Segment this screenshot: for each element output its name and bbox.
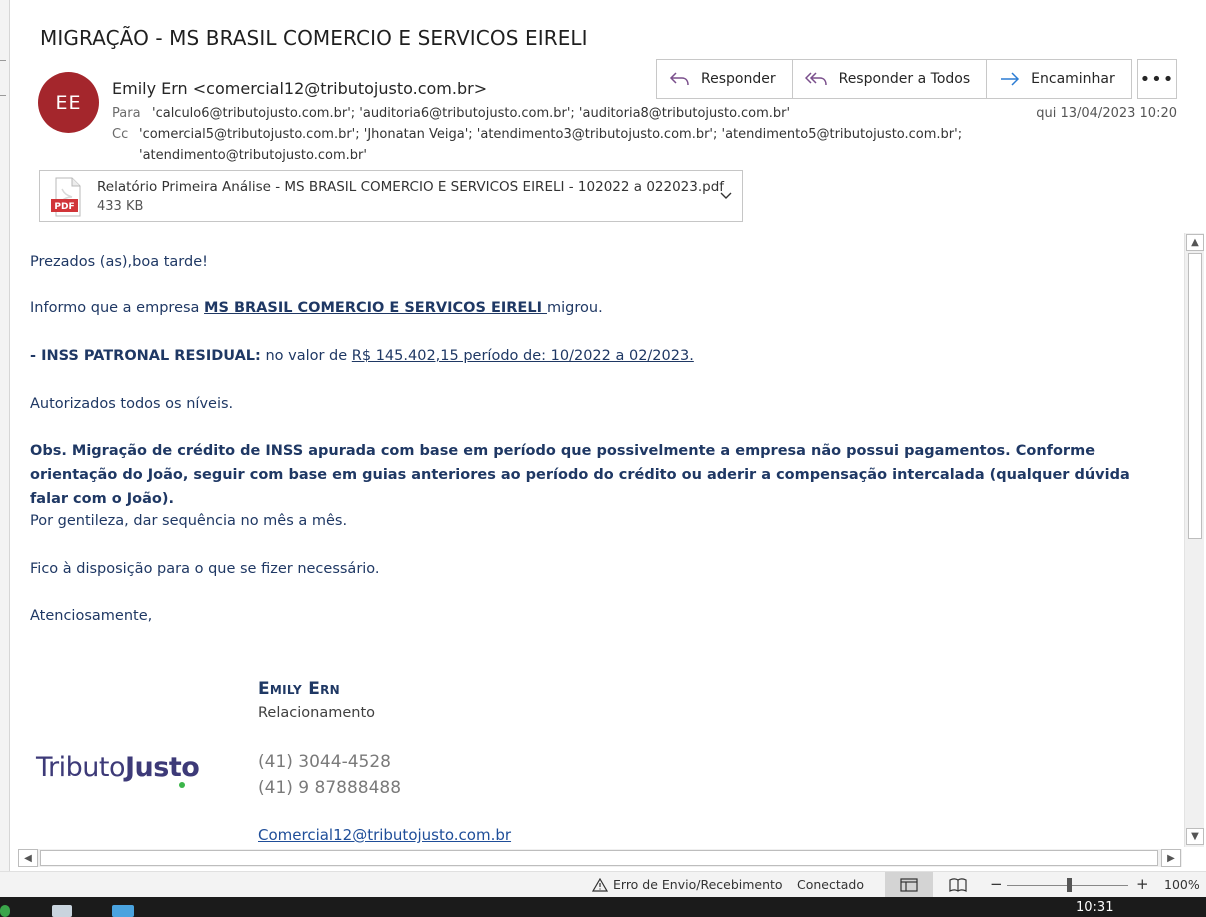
send-receive-error-status[interactable]: Erro de Envio/Recebimento: [592, 877, 783, 892]
greeting-text: Prezados (as),boa tarde!: [30, 254, 208, 270]
horizontal-scroll-thumb[interactable]: [40, 850, 1158, 866]
more-actions-button[interactable]: •••: [1137, 59, 1177, 99]
edge-mark: [0, 60, 6, 61]
cc-recipients-continued[interactable]: 'atendimento@tributojusto.com.br': [139, 148, 367, 163]
horizontal-scrollbar[interactable]: ◀ ▶: [18, 849, 1182, 867]
message-actions: Responder Responder a Todos Encaminhar: [656, 59, 1132, 99]
to-label: Para: [112, 106, 141, 121]
cc-recipients[interactable]: 'comercial5@tributojusto.com.br'; 'Jhona…: [139, 127, 962, 142]
sender-avatar[interactable]: EE: [38, 72, 99, 133]
edge-mark: [0, 95, 6, 96]
attachment-size: 433 KB: [97, 199, 144, 214]
inss-paragraph: - INSS PATRONAL RESIDUAL: no valor de R$…: [30, 348, 694, 364]
reply-all-icon: [804, 72, 827, 86]
forward-icon: [1001, 72, 1020, 86]
signature-email-link[interactable]: Comercial12@tributojusto.com.br: [258, 826, 511, 844]
signature-name: Emily Ern: [258, 679, 341, 699]
inform-prefix: Informo que a empresa: [30, 300, 205, 316]
scroll-right-arrow[interactable]: ▶: [1161, 849, 1181, 867]
inss-value: R$ 145.402,15 período de: 10/2022 a 02/2…: [351, 348, 694, 364]
reply-all-button[interactable]: Responder a Todos: [793, 60, 988, 98]
sender-name[interactable]: Emily Ern <comercial12@tributojusto.com.…: [112, 79, 487, 98]
send-receive-error-label: Erro de Envio/Recebimento: [613, 877, 783, 892]
zoom-out-button[interactable]: −: [990, 875, 1003, 893]
reply-icon: [669, 72, 689, 86]
sent-date: qui 13/04/2023 10:20: [1036, 106, 1177, 121]
cc-recipients-row: Cc 'comercial5@tributojusto.com.br'; 'Jho…: [112, 127, 962, 142]
reading-view-button[interactable]: [934, 872, 982, 898]
left-pane-edge: [0, 0, 10, 897]
inform-suffix: migrou.: [547, 300, 603, 316]
reply-label: Responder: [701, 71, 776, 87]
obs-paragraph: Obs. Migração de crédito de INSS apurada…: [30, 443, 1130, 507]
signature-mobile: (41) 9 87888488: [258, 778, 402, 798]
inss-mid: no valor de: [260, 348, 352, 364]
zoom-in-button[interactable]: +: [1136, 875, 1149, 893]
company-name: MS BRASIL COMERCIO E SERVICOS EIRELI: [204, 300, 548, 316]
reading-view-icon: [949, 878, 967, 892]
pdf-file-icon: PDF: [51, 177, 81, 217]
normal-view-icon: [900, 878, 918, 892]
taskbar-app-icon[interactable]: [112, 905, 134, 917]
logo-part2: Justo: [124, 752, 200, 783]
connection-status: Conectado: [797, 877, 865, 892]
warning-icon: [592, 877, 608, 892]
regards-text: Atenciosamente,: [30, 608, 153, 624]
signature-phone: (41) 3044-4528: [258, 752, 391, 772]
pdf-badge: PDF: [54, 202, 74, 212]
vertical-scrollbar[interactable]: ▲ ▼: [1184, 233, 1204, 847]
taskbar-app-icon[interactable]: [52, 905, 72, 917]
windows-taskbar: 10:31: [0, 897, 1206, 917]
to-recipients-row: Para 'calculo6@tributojusto.com.br'; 'aud…: [112, 106, 790, 121]
chevron-down-icon[interactable]: [719, 188, 733, 202]
cc-label: Cc: [112, 127, 129, 142]
email-subject: MIGRAÇÃO - MS BRASIL COMERCIO E SERVICOS…: [40, 26, 588, 50]
inss-label: - INSS PATRONAL RESIDUAL:: [30, 348, 261, 364]
kindly-text: Por gentileza, dar sequência no mês a mê…: [30, 513, 348, 529]
authorized-text: Autorizados todos os níveis.: [30, 396, 234, 412]
reply-all-label: Responder a Todos: [838, 71, 971, 87]
forward-label: Encaminhar: [1031, 71, 1115, 87]
scroll-down-arrow[interactable]: ▼: [1186, 828, 1204, 845]
scroll-up-arrow[interactable]: ▲: [1186, 234, 1204, 251]
attachment-name[interactable]: Relatório Primeira Análise - MS BRASIL C…: [97, 179, 724, 195]
to-recipients[interactable]: 'calculo6@tributojusto.com.br'; 'auditor…: [152, 106, 790, 121]
signature-role: Relacionamento: [258, 705, 375, 721]
vertical-scroll-thumb[interactable]: [1188, 253, 1202, 539]
normal-view-button[interactable]: [885, 872, 933, 898]
tributo-justo-logo: TributoJusto: [36, 752, 200, 788]
logo-dot: [179, 782, 185, 788]
status-bar: Erro de Envio/Recebimento Conectado − + …: [0, 871, 1206, 898]
zoom-level[interactable]: 100%: [1164, 877, 1200, 892]
attachment-card[interactable]: PDF Relatório Primeira Análise - MS BRAS…: [39, 170, 743, 222]
forward-button[interactable]: Encaminhar: [987, 60, 1131, 98]
reply-button[interactable]: Responder: [657, 60, 793, 98]
logo-part1: Tributo: [36, 752, 125, 783]
zoom-slider-thumb[interactable]: [1067, 878, 1072, 892]
inform-paragraph: Informo que a empresa MS BRASIL COMERCIO…: [30, 300, 603, 316]
scroll-left-arrow[interactable]: ◀: [18, 849, 38, 867]
taskbar-clock[interactable]: 10:31: [1076, 900, 1113, 915]
available-text: Fico à disposição para o que se fizer ne…: [30, 561, 380, 577]
start-app-icon[interactable]: [0, 905, 10, 917]
